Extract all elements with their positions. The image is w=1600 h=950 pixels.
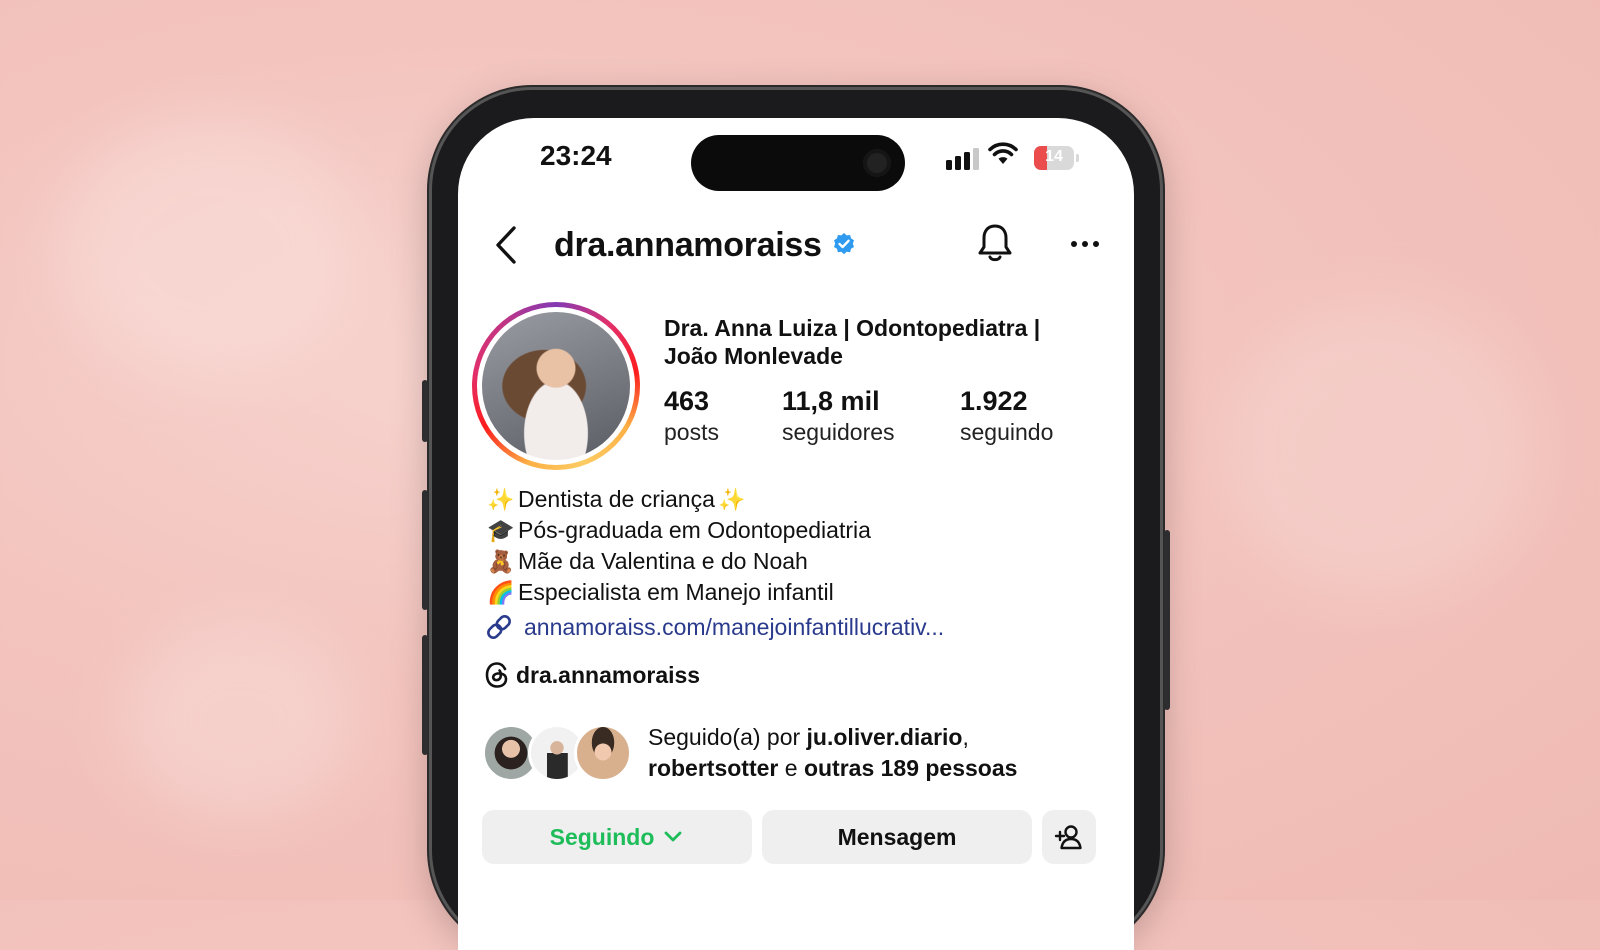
battery-level: 14 xyxy=(1045,148,1063,165)
threads-icon xyxy=(485,662,508,688)
action-button xyxy=(422,380,428,442)
wifi-icon xyxy=(988,142,1018,164)
phone-frame: 23:24 14 dra.annamoraiss Dra. Anna Luiza… xyxy=(422,90,1170,950)
suggest-people-button[interactable] xyxy=(1042,810,1096,864)
status-time: 23:24 xyxy=(540,140,612,171)
chevron-down-icon xyxy=(664,831,682,842)
stat-followers-value: 11,8 mil xyxy=(782,386,880,416)
profile-header: dra.annamoraiss xyxy=(458,218,1134,272)
followed-by-comma: , xyxy=(962,724,969,750)
full-name-line-1: Dra. Anna Luiza | Odontopediatra | xyxy=(664,315,1041,341)
profile-full-name: Dra. Anna Luiza | Odontopediatra | João … xyxy=(664,314,1084,370)
bio-line: ✨ Dentista de criança ✨ xyxy=(484,484,1104,515)
app-screen: 23:24 14 dra.annamoraiss Dra. Anna Luiza… xyxy=(458,118,1134,950)
volume-up-button xyxy=(422,490,428,610)
following-button[interactable]: Seguindo xyxy=(482,810,752,864)
threads-badge[interactable]: dra.annamoraiss xyxy=(484,661,700,689)
background-blotch xyxy=(120,620,360,820)
story-ring[interactable] xyxy=(472,302,640,470)
status-bar: 23:24 14 xyxy=(458,118,1134,198)
stat-following-value: 1.922 xyxy=(960,386,1028,416)
bio-line: 🌈 Especialista em Manejo infantil xyxy=(484,577,1104,608)
followed-by-connector: e xyxy=(778,755,804,781)
stat-posts-value: 463 xyxy=(664,386,710,416)
profile-username: dra.annamoraiss xyxy=(554,226,822,264)
camera-icon xyxy=(863,149,891,177)
more-icon[interactable] xyxy=(1070,240,1100,248)
stat-followers-label: seguidores xyxy=(782,419,895,445)
verified-badge-icon xyxy=(834,233,854,255)
message-button-label: Mensagem xyxy=(837,823,957,850)
rainbow-icon: 🌈 xyxy=(487,579,515,605)
sparkles-icon: ✨ xyxy=(718,486,746,512)
stat-posts-label: posts xyxy=(664,419,719,445)
threads-handle[interactable]: dra.annamoraiss xyxy=(516,662,700,689)
other-followers-count[interactable]: outras 189 pessoas xyxy=(804,755,1018,781)
stat-followers[interactable]: 11,8 mil seguidores xyxy=(782,386,895,446)
stat-following-label: seguindo xyxy=(960,419,1054,445)
follower-username[interactable]: robertsotter xyxy=(648,755,778,781)
followed-by-prefix: Seguido(a) por xyxy=(648,724,807,750)
graduation-cap-icon: 🎓 xyxy=(487,517,515,543)
back-chevron-icon[interactable] xyxy=(492,224,518,266)
teddy-bear-icon: 🧸 xyxy=(487,548,515,574)
bio-line: 🧸 Mãe da Valentina e do Noah xyxy=(484,546,1104,577)
power-button xyxy=(1164,530,1170,710)
link-icon xyxy=(487,615,511,639)
followed-by[interactable]: Seguido(a) por ju.oliver.diario, roberts… xyxy=(482,722,1017,784)
follower-username[interactable]: ju.oliver.diario xyxy=(807,724,963,750)
bio-line-text: Mãe da Valentina e do Noah xyxy=(518,548,808,574)
battery-nub xyxy=(1076,154,1079,162)
stat-posts[interactable]: 463 posts xyxy=(664,386,719,446)
bio-line: 🎓 Pós-graduada em Odontopediatria xyxy=(484,515,1104,546)
follower-avatar xyxy=(574,724,632,782)
signal-icon xyxy=(946,148,979,170)
followed-by-text: Seguido(a) por ju.oliver.diario, roberts… xyxy=(648,722,1017,784)
battery-indicator: 14 xyxy=(1034,146,1079,170)
bio-link-text[interactable]: annamoraiss.com/manejoinfantillucrativ..… xyxy=(524,614,944,641)
following-button-label: Seguindo xyxy=(549,823,655,850)
background-blotch xyxy=(1220,300,1540,600)
message-button[interactable]: Mensagem xyxy=(762,810,1032,864)
bio-link[interactable]: annamoraiss.com/manejoinfantillucrativ..… xyxy=(484,612,944,642)
volume-down-button xyxy=(422,635,428,755)
bio-line-text: Dentista de criança xyxy=(518,486,715,512)
sparkles-icon: ✨ xyxy=(487,486,515,512)
background-blotch xyxy=(60,120,360,380)
bio-line-text: Especialista em Manejo infantil xyxy=(518,579,834,605)
stat-following[interactable]: 1.922 seguindo xyxy=(960,386,1053,446)
full-name-line-2: João Monlevade xyxy=(664,343,843,369)
bio-line-text: Pós-graduada em Odontopediatria xyxy=(518,517,871,543)
avatar[interactable] xyxy=(482,312,630,460)
add-person-icon xyxy=(1054,825,1082,850)
dynamic-island xyxy=(691,135,905,191)
bio: ✨ Dentista de criança ✨ 🎓 Pós-graduada e… xyxy=(484,484,1104,608)
bell-icon[interactable] xyxy=(976,222,1014,264)
